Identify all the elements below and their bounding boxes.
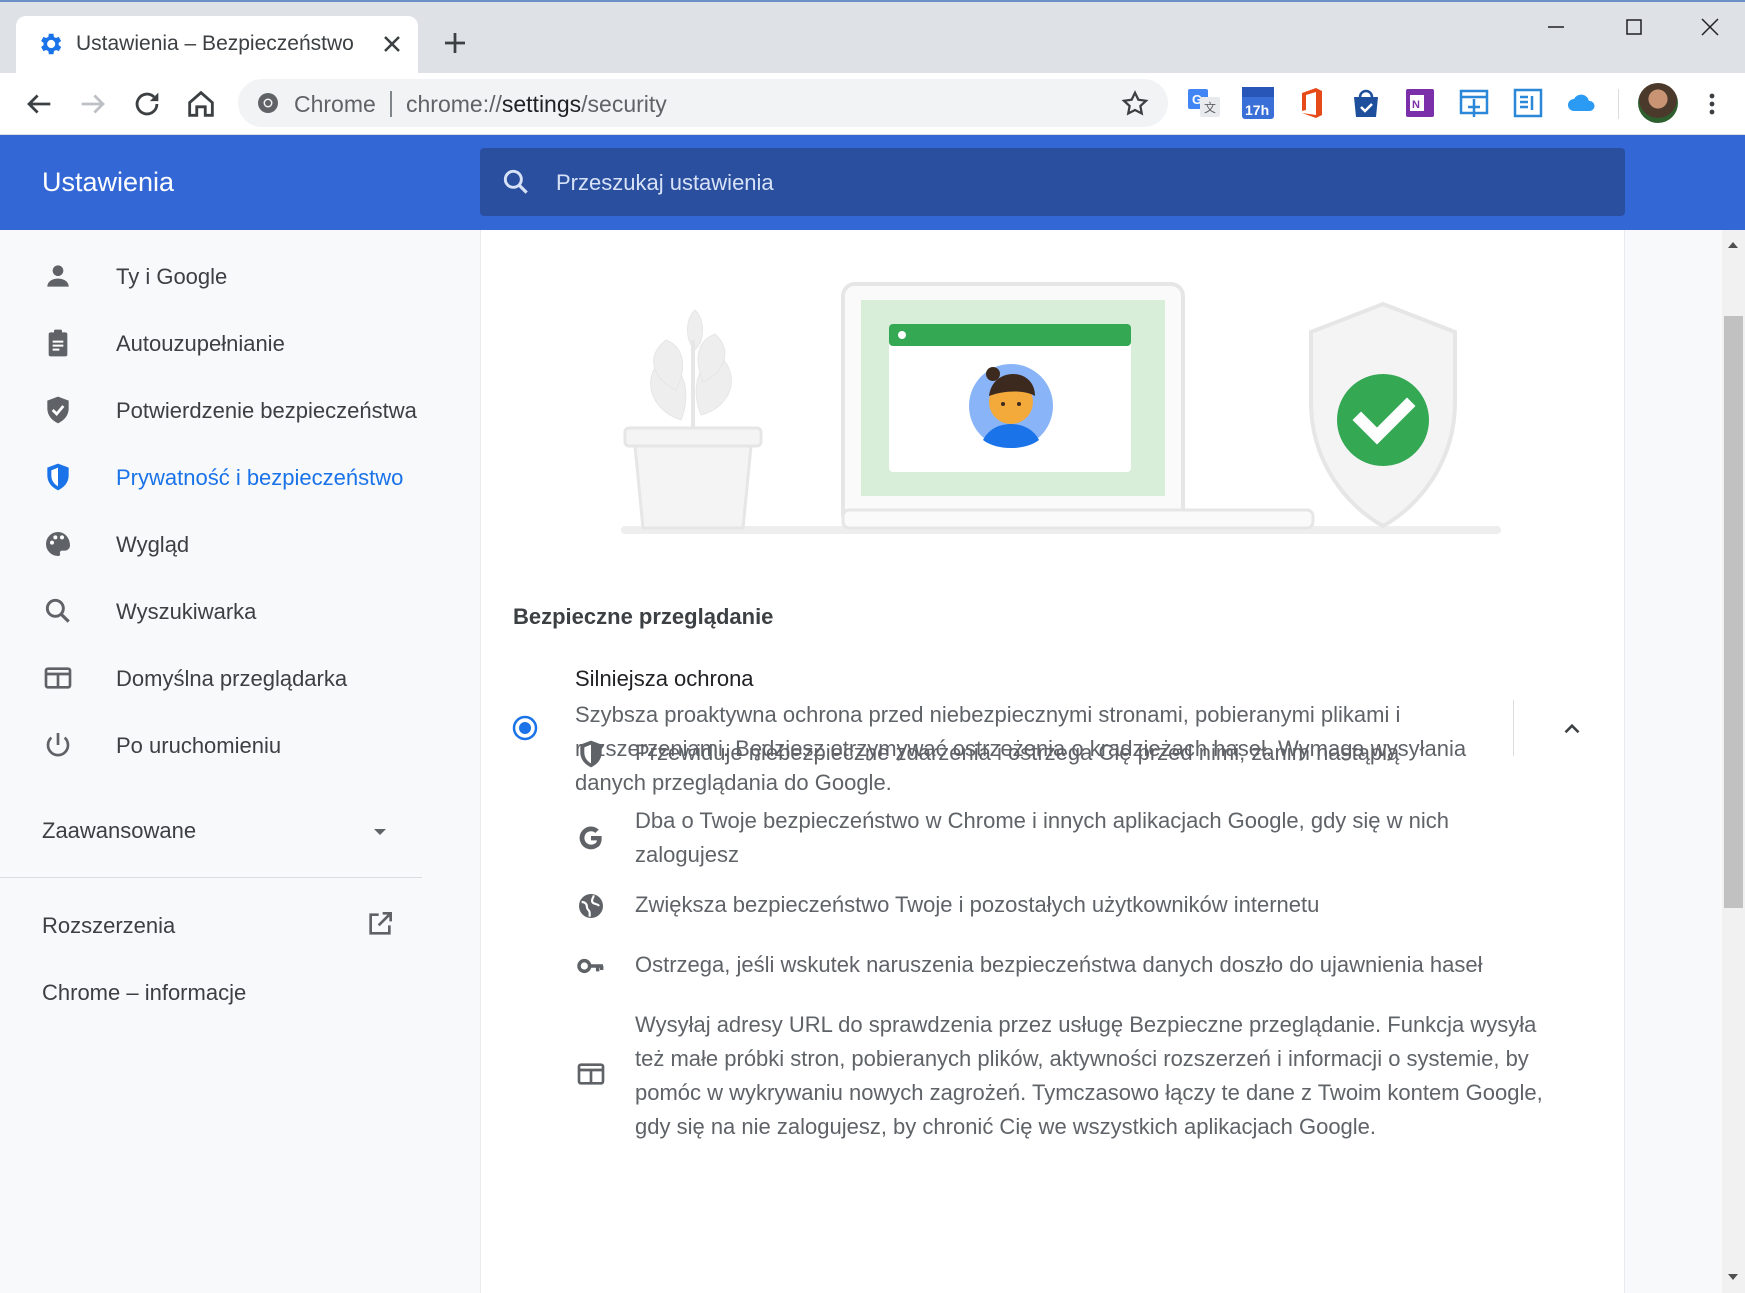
clipboard-icon bbox=[48, 329, 68, 357]
google-translate-icon[interactable]: G文 bbox=[1186, 85, 1222, 121]
sidebar-item-label: Wygląd bbox=[116, 532, 190, 557]
page-title: Ustawienia bbox=[42, 167, 175, 197]
feature-text: Wysyłaj adresy URL do sprawdzenia przez … bbox=[635, 1012, 1543, 1139]
person-icon bbox=[47, 265, 69, 287]
toolbar-divider bbox=[1618, 89, 1619, 119]
title-bar: Ustawienia – Bezpieczeństwo bbox=[0, 0, 1745, 73]
sidebar-item-label: Po uruchomieniu bbox=[116, 733, 282, 758]
scroll-down-arrow-icon[interactable] bbox=[1726, 1272, 1740, 1282]
sidebar-item-on-startup[interactable]: Po uruchomieniu bbox=[0, 715, 478, 775]
sidebar-item-appearance[interactable]: Wygląd bbox=[0, 514, 478, 574]
search-placeholder: Przeszukaj ustawienia bbox=[556, 170, 774, 195]
sidebar-item-search-engine[interactable]: Wyszukiwarka bbox=[0, 581, 478, 641]
avatar[interactable] bbox=[1638, 83, 1678, 123]
svg-text:N: N bbox=[1412, 99, 1420, 111]
gear-icon bbox=[41, 33, 62, 55]
minimize-icon[interactable] bbox=[1536, 12, 1576, 42]
web-page-icon bbox=[577, 1063, 605, 1085]
sidebar-item-default-browser[interactable]: Domyślna przeglądarka bbox=[0, 648, 478, 708]
search-icon bbox=[503, 169, 528, 194]
safe-browsing-illustration bbox=[621, 282, 1501, 534]
shopping-bag-icon[interactable] bbox=[1348, 85, 1384, 121]
tab-title: Ustawienia – Bezpieczeństwo bbox=[76, 32, 354, 55]
scroll-up-arrow-icon[interactable] bbox=[1726, 240, 1740, 250]
plant-icon bbox=[623, 309, 763, 530]
sidebar-item-label: Ty i Google bbox=[116, 264, 228, 289]
chevron-up-icon[interactable] bbox=[1559, 716, 1585, 742]
settings-sidebar: Ty i Google Autouzupełnianie Potwierdzen… bbox=[0, 230, 478, 1293]
new-tab-icon[interactable] bbox=[440, 28, 470, 58]
sidebar-item-you-and-google[interactable]: Ty i Google bbox=[0, 246, 478, 306]
settings-card: Bezpieczne przeglądanie Silniejsza ochro… bbox=[480, 230, 1625, 1293]
search-icon bbox=[45, 598, 70, 623]
more-menu-icon[interactable] bbox=[1700, 87, 1724, 121]
sidebar-item-label: Wyszukiwarka bbox=[116, 599, 257, 624]
reload-icon[interactable] bbox=[130, 87, 164, 121]
chrome-logo-icon bbox=[258, 93, 278, 113]
sidebar-item-safety-check[interactable]: Potwierdzenie bezpieczeństwa bbox=[0, 380, 478, 440]
sidebar-item-privacy-security[interactable]: Prywatność i bezpieczeństwo bbox=[0, 447, 478, 507]
sidebar-item-label: Prywatność i bezpieczeństwo bbox=[116, 465, 404, 490]
sidebar-extensions-link[interactable]: Rozszerzenia bbox=[42, 913, 175, 939]
palette-icon bbox=[46, 532, 70, 556]
office-icon[interactable] bbox=[1294, 85, 1330, 121]
close-window-icon[interactable] bbox=[1690, 12, 1730, 42]
cloud-icon[interactable] bbox=[1564, 85, 1600, 121]
settings-header: Ustawienia Przeszukaj ustawienia bbox=[0, 135, 1745, 230]
privacy-shield-icon bbox=[47, 463, 69, 491]
window-border bbox=[0, 0, 1745, 2]
laptop-icon bbox=[841, 282, 1315, 530]
browser-tab[interactable]: Ustawienia – Bezpieczeństwo bbox=[16, 16, 418, 73]
security-shield-check-icon bbox=[1309, 301, 1457, 529]
sidebar-divider bbox=[0, 877, 422, 878]
onenote-icon[interactable]: N bbox=[1402, 85, 1438, 121]
feature-text: Zwiększa bezpieczeństwo Twoje i pozostał… bbox=[635, 892, 1320, 917]
immersive-reader-icon[interactable] bbox=[1510, 85, 1546, 121]
site-label: Chrome bbox=[294, 91, 376, 117]
sidebar-item-label: Domyślna przeglądarka bbox=[116, 666, 348, 691]
maximize-icon[interactable] bbox=[1614, 12, 1654, 42]
feature-text: Dba o Twoje bezpieczeństwo w Chrome i in… bbox=[635, 808, 1450, 867]
key-icon bbox=[577, 958, 604, 974]
feature-text: Ostrzega, jeśli wskutek naruszenia bezpi… bbox=[635, 952, 1483, 977]
dropdown-arrow-icon[interactable] bbox=[370, 822, 390, 842]
back-icon[interactable] bbox=[22, 87, 56, 121]
shield-icon bbox=[47, 396, 69, 424]
sidebar-advanced[interactable]: Zaawansowane bbox=[42, 818, 196, 844]
radio-button-selected[interactable] bbox=[511, 714, 539, 742]
bookmark-star-icon[interactable] bbox=[1120, 89, 1150, 119]
omnibox-divider bbox=[390, 91, 392, 117]
sidebar-about-chrome[interactable]: Chrome – informacje bbox=[42, 980, 246, 1006]
web-capture-icon[interactable] bbox=[1456, 85, 1492, 121]
sidebar-item-autofill[interactable]: Autouzupełnianie bbox=[0, 313, 478, 373]
svg-text:文: 文 bbox=[1204, 100, 1216, 115]
external-link-icon[interactable] bbox=[364, 908, 396, 940]
sidebar-item-label: Autouzupełnianie bbox=[116, 331, 285, 356]
calendar-icon[interactable]: 17h bbox=[1240, 85, 1276, 121]
power-icon bbox=[46, 733, 70, 757]
browser-toolbar: Chrome chrome://settings/security G文 17h… bbox=[0, 73, 1745, 135]
feature-text: Przewiduje niebezpieczne zdarzenia i ost… bbox=[635, 740, 1400, 765]
google-g-icon bbox=[579, 826, 602, 850]
sidebar-item-label: Potwierdzenie bezpieczeństwa bbox=[116, 398, 417, 423]
shield-half-icon bbox=[580, 740, 602, 768]
home-icon[interactable] bbox=[184, 87, 218, 121]
section-title: Bezpieczne przeglądanie bbox=[513, 604, 774, 629]
scrollbar-thumb[interactable] bbox=[1724, 316, 1743, 908]
url-text: chrome://settings/security bbox=[406, 91, 667, 117]
close-tab-icon[interactable] bbox=[378, 30, 406, 58]
address-bar[interactable]: Chrome chrome://settings/security bbox=[238, 79, 1168, 127]
browser-icon bbox=[44, 667, 72, 689]
calendar-badge: 17h bbox=[1245, 102, 1269, 118]
settings-search-input[interactable]: Przeszukaj ustawienia bbox=[480, 148, 1625, 216]
option-title: Silniejsza ochrona bbox=[575, 666, 754, 691]
globe-icon bbox=[579, 894, 603, 918]
forward-icon[interactable] bbox=[76, 87, 110, 121]
